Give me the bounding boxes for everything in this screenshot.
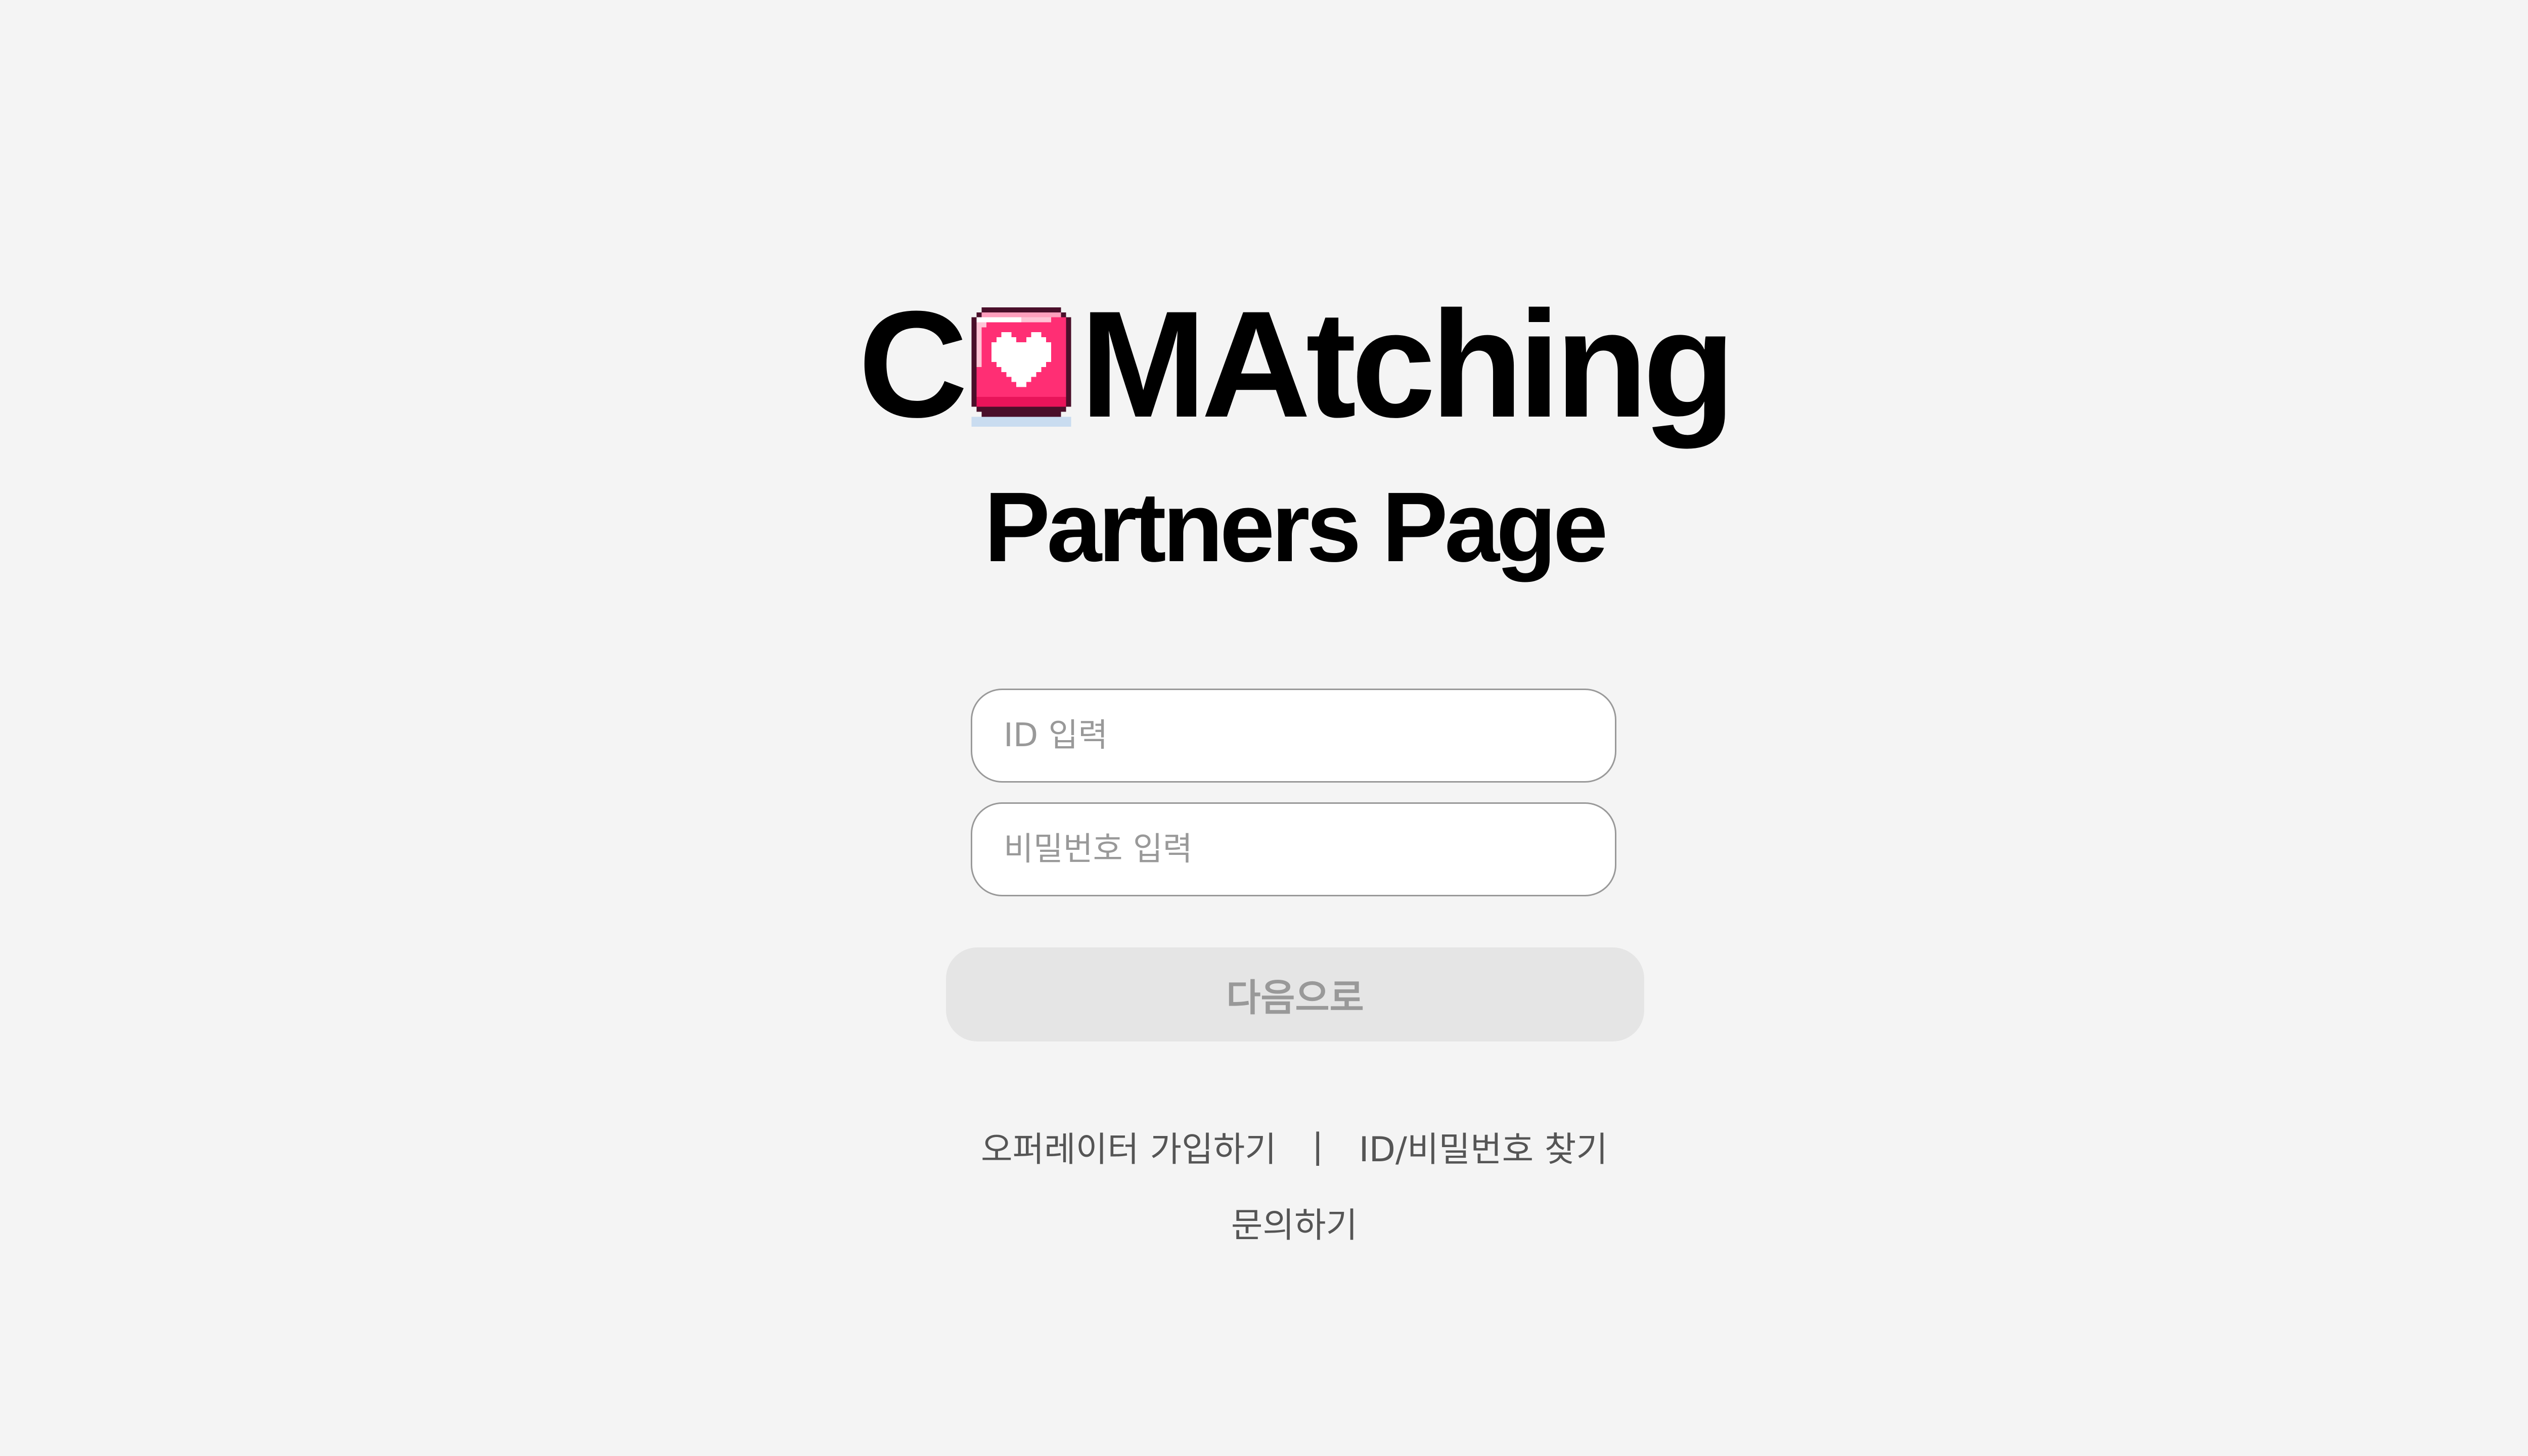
- next-button[interactable]: 다음으로: [946, 947, 1644, 1041]
- pixel-heart-icon: [971, 307, 1071, 427]
- id-input[interactable]: [972, 690, 1615, 781]
- auth-links: 오퍼레이터 가입하기 | ID/비밀번호 찾기: [0, 1121, 2528, 1171]
- find-id-password-link[interactable]: ID/비밀번호 찾기: [1359, 1121, 1608, 1171]
- logo: C MAtching: [0, 283, 2528, 445]
- inquiry-link[interactable]: 문의하기: [1231, 1206, 1358, 1246]
- link-separator: |: [1312, 1126, 1324, 1166]
- id-field: [971, 689, 1616, 783]
- password-field: [971, 802, 1616, 896]
- page-subtitle: Partners Page: [984, 472, 1608, 582]
- logo-prefix: C: [858, 279, 968, 449]
- logo-suffix: MAtching: [1080, 279, 1735, 449]
- operator-signup-link[interactable]: 오퍼레이터 가입하기: [981, 1121, 1277, 1171]
- password-input[interactable]: [972, 804, 1615, 895]
- inquiry-row: 문의하기: [0, 1197, 2528, 1247]
